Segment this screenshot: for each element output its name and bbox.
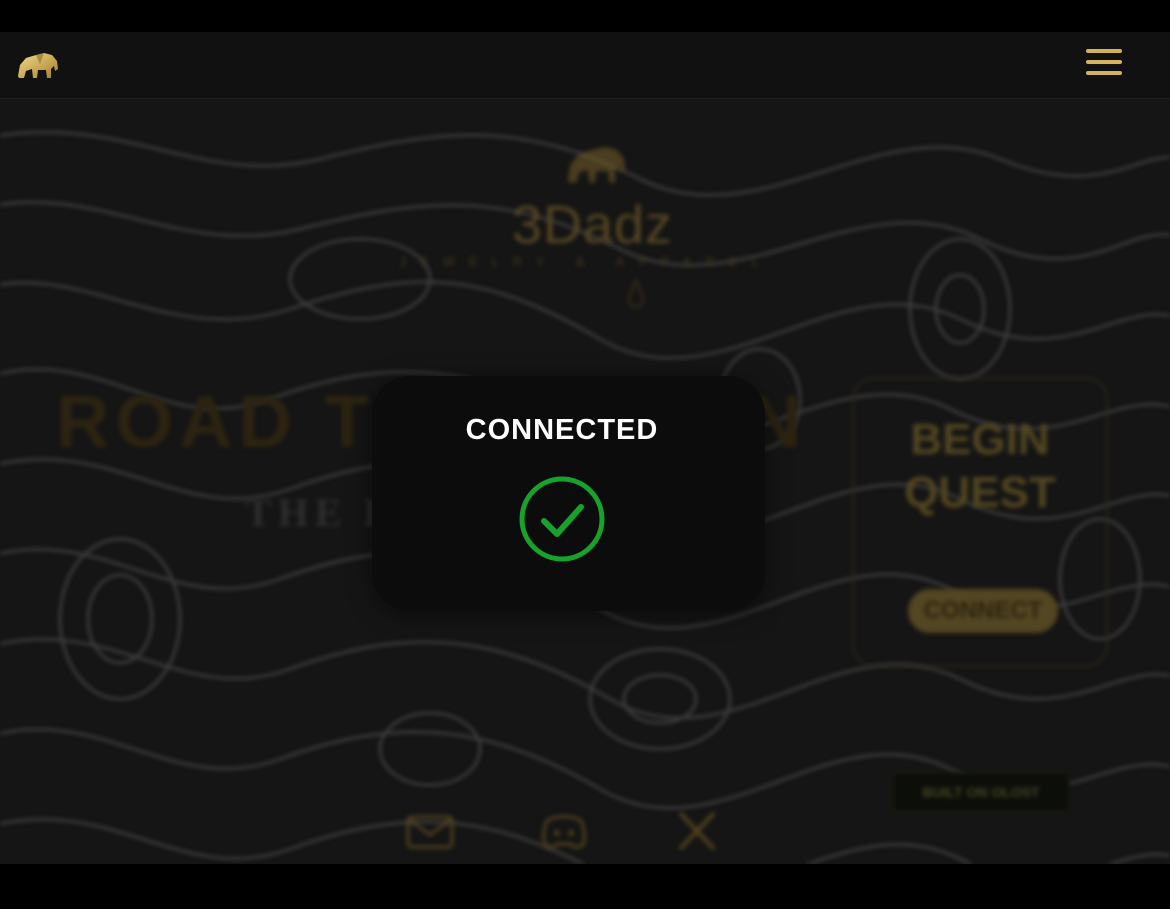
check-circle-icon xyxy=(519,476,605,562)
connected-modal: CONNECTED xyxy=(372,376,765,611)
bottom-strip xyxy=(0,864,1170,909)
hamburger-menu-icon[interactable] xyxy=(1086,49,1122,79)
top-strip xyxy=(0,0,1170,32)
modal-title: CONNECTED xyxy=(465,414,659,446)
navbar xyxy=(0,32,1170,99)
elephant-logo[interactable] xyxy=(14,49,60,81)
